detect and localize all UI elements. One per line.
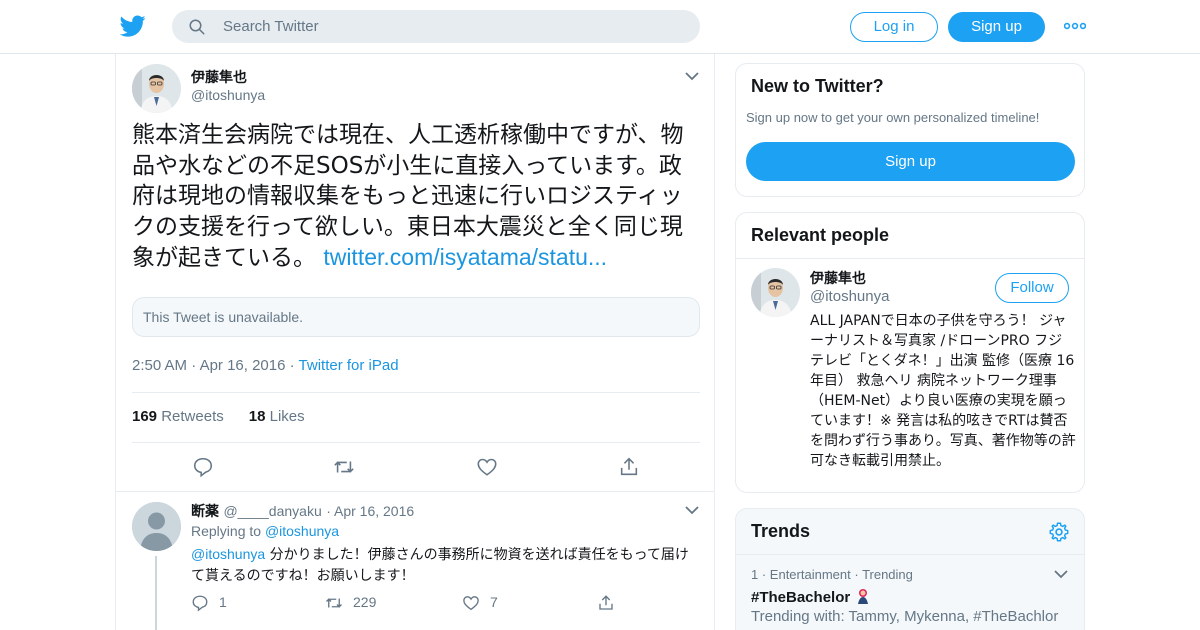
- divider: [116, 491, 714, 492]
- chevron-down-icon[interactable]: [685, 505, 699, 515]
- card-title: New to Twitter?: [751, 76, 884, 96]
- divider: [132, 392, 700, 393]
- retweet-icon[interactable]: [333, 456, 355, 478]
- share-icon: [599, 595, 613, 610]
- replying-label: Replying to: [191, 523, 262, 539]
- likes-count[interactable]: 18: [249, 408, 266, 425]
- gear-icon[interactable]: [1048, 521, 1070, 543]
- card-title: Trends: [751, 521, 811, 541]
- search-input[interactable]: Search Twitter: [223, 18, 319, 35]
- reply-retweet-count: 229: [353, 594, 377, 610]
- login-button[interactable]: Log in: [850, 12, 938, 42]
- reply-share-action[interactable]: [597, 594, 621, 614]
- trend-meta: 1 · Entertainment · Trending: [751, 567, 913, 582]
- card-title: Relevant people: [751, 225, 890, 245]
- person-handle[interactable]: @itoshunya: [810, 288, 889, 305]
- reply-icon: [192, 595, 208, 612]
- reply-like-action[interactable]: 7: [462, 594, 522, 614]
- sidebar-signup-button[interactable]: Sign up: [746, 142, 1075, 181]
- reply-reply-action[interactable]: 1: [191, 594, 251, 614]
- trend-category: Entertainment: [769, 567, 851, 582]
- replying-to-link[interactable]: @itoshunya: [265, 523, 339, 539]
- reply-author-handle[interactable]: @____danyaku: [223, 503, 321, 519]
- retweet-icon: [326, 598, 342, 608]
- tweet-source[interactable]: Twitter for iPad: [299, 357, 399, 374]
- reply-like-count: 7: [490, 594, 498, 610]
- divider: [736, 258, 1084, 259]
- avatar[interactable]: [132, 502, 181, 551]
- person-photo-icon: [132, 64, 181, 113]
- tweet-meta: 2:50 AM · Apr 16, 2016 · Twitter for iPa…: [132, 357, 399, 374]
- twitter-logo-icon[interactable]: [120, 13, 146, 39]
- reply-author-name[interactable]: 断薬: [191, 504, 219, 520]
- relevant-people-card: Relevant people 伊藤隼也 @itoshunya Follow A…: [735, 212, 1085, 493]
- search-icon: [189, 19, 205, 35]
- trend-status: Trending: [862, 567, 913, 582]
- trends-card: Trends 1 · Entertainment · Trending #The…: [735, 508, 1085, 630]
- tweet-time[interactable]: 2:50 AM: [132, 357, 187, 374]
- tweet-column: 伊藤隼也 @itoshunya 熊本済生会病院では現在、人工透析稼働中ですが、物…: [115, 54, 715, 630]
- thread-line: [155, 556, 157, 630]
- person-bio: ALL JAPANで日本の子供を守ろう！ ジャーナリスト＆写真家 /ドローンPR…: [810, 313, 1076, 469]
- follow-button[interactable]: Follow: [995, 273, 1069, 303]
- retweets-label[interactable]: Retweets: [161, 408, 224, 425]
- divider: [132, 442, 700, 443]
- replying-to: Replying to @itoshunya: [191, 523, 339, 539]
- reply-header: 断薬 @____danyaku · Apr 16, 2016: [191, 503, 415, 520]
- more-dots-icon[interactable]: [1064, 17, 1086, 35]
- author-name[interactable]: 伊藤隼也: [191, 67, 247, 87]
- signup-button[interactable]: Sign up: [948, 12, 1045, 42]
- reply-body: 分かりました！伊藤さんの事務所に物資を送れば責任をもって届けて貰えるのですね！お…: [191, 547, 689, 584]
- trend-rank: 1: [751, 567, 759, 582]
- like-icon[interactable]: [476, 456, 498, 478]
- divider: [736, 554, 1084, 555]
- tweet-stats: 169 Retweets 18 Likes: [132, 408, 305, 425]
- share-icon[interactable]: [618, 456, 640, 478]
- like-icon: [463, 596, 479, 611]
- avatar[interactable]: [132, 64, 181, 113]
- reply-retweet-action[interactable]: 229: [325, 594, 405, 614]
- reply-text: @itoshunya 分かりました！伊藤さんの事務所に物資を送れば責任をもって届…: [191, 544, 701, 587]
- person-name[interactable]: 伊藤隼也: [810, 268, 866, 288]
- author-handle[interactable]: @itoshunya: [191, 87, 265, 103]
- reply-reply-count: 1: [219, 594, 227, 610]
- trend-trending-with: Trending with: Tammy, Mykenna, #TheBachl…: [751, 608, 1059, 625]
- trend-name[interactable]: #TheBachelor: [751, 589, 850, 606]
- reply-date[interactable]: Apr 16, 2016: [334, 503, 414, 519]
- avatar[interactable]: [751, 268, 800, 317]
- reply-mention[interactable]: @itoshunya: [191, 546, 265, 562]
- tweet-link[interactable]: twitter.com/isyatama/statu...: [323, 244, 607, 270]
- rose-emoji-icon: [858, 589, 869, 604]
- chevron-down-icon[interactable]: [685, 71, 699, 81]
- chevron-down-icon[interactable]: [1054, 569, 1068, 579]
- default-avatar-icon: [132, 502, 181, 551]
- likes-label[interactable]: Likes: [270, 408, 305, 425]
- search-bar[interactable]: Search Twitter: [172, 10, 700, 43]
- tweet-date[interactable]: Apr 16, 2016: [200, 357, 286, 374]
- quoted-tweet-unavailable: This Tweet is unavailable.: [132, 297, 700, 337]
- tweet-text: 熊本済生会病院では現在、人工透析稼働中ですが、物品や水などの不足SOSが小生に直…: [132, 120, 702, 274]
- trend-item[interactable]: #TheBachelor: [751, 587, 872, 606]
- card-subtitle: Sign up now to get your own personalized…: [746, 110, 1040, 125]
- person-photo-icon: [751, 268, 800, 317]
- new-to-twitter-card: New to Twitter? Sign up now to get your …: [735, 63, 1085, 197]
- reply-icon[interactable]: [192, 456, 214, 478]
- top-bar: Search Twitter Log in Sign up: [0, 0, 1200, 54]
- retweets-count[interactable]: 169: [132, 408, 157, 425]
